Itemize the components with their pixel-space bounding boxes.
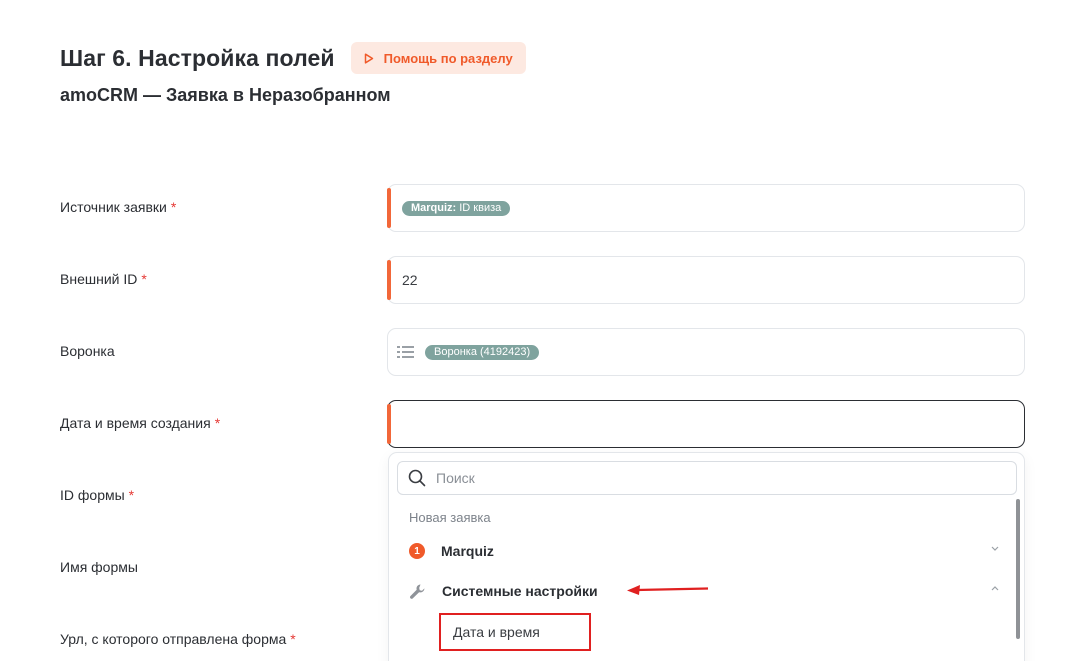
- external-id-field[interactable]: 22: [387, 256, 1025, 304]
- chevron-up-icon[interactable]: [991, 586, 999, 591]
- option-marquiz[interactable]: 1 Marquiz: [409, 537, 999, 565]
- required-mark: *: [141, 271, 147, 287]
- number-badge: 1: [409, 543, 425, 559]
- required-mark: *: [290, 631, 296, 647]
- page-header: Шаг 6. Настройка полей Помощь по разделу…: [60, 42, 526, 106]
- field-label-external-id: Внешний ID *: [60, 271, 147, 287]
- pipeline-field[interactable]: Воронка (4192423): [387, 328, 1025, 376]
- chip-text: ID квиза: [459, 202, 502, 214]
- help-button-label: Помощь по разделу: [383, 50, 513, 66]
- chevron-down-icon[interactable]: [991, 546, 999, 551]
- source-chip[interactable]: Marquiz: ID квиза: [402, 200, 511, 216]
- dropdown-scrollbar[interactable]: [1016, 499, 1020, 639]
- page-title: Шаг 6. Настройка полей: [60, 44, 335, 71]
- field-label-text: Дата и время создания: [60, 415, 211, 431]
- field-label-text: Имя формы: [60, 559, 138, 575]
- option-label: Marquiz: [441, 543, 494, 559]
- group-title: Новая заявка: [409, 510, 491, 525]
- field-label-text: Воронка: [60, 343, 115, 359]
- field-label-text: Внешний ID: [60, 271, 138, 287]
- created-at-field[interactable]: [387, 400, 1025, 448]
- field-label-form-url: Урл, с которого отправлена форма *: [60, 631, 296, 647]
- field-label-form-id: ID формы *: [60, 487, 134, 503]
- field-label-source: Источник заявки *: [60, 199, 176, 215]
- search-box[interactable]: [397, 461, 1017, 495]
- required-mark: *: [128, 487, 135, 503]
- option-label: Системные настройки: [442, 583, 598, 599]
- help-button[interactable]: Помощь по разделу: [350, 42, 526, 74]
- field-label-created-at: Дата и время создания *: [60, 415, 220, 431]
- external-id-value: 22: [402, 272, 418, 288]
- sub-item-date-time[interactable]: Дата и время: [439, 613, 591, 651]
- title-row: Шаг 6. Настройка полей Помощь по разделу: [60, 42, 526, 74]
- play-icon: [364, 52, 373, 64]
- search-input[interactable]: [436, 470, 996, 486]
- field-label-text: ID формы: [60, 487, 125, 503]
- wrench-icon: [410, 583, 425, 599]
- field-label-text: Источник заявки: [60, 199, 167, 215]
- annotation-arrow-icon: [627, 585, 709, 595]
- pipeline-chip[interactable]: Воронка (4192423): [425, 344, 540, 360]
- search-icon: [408, 469, 426, 487]
- field-label-form-name: Имя формы: [60, 559, 138, 575]
- page-subtitle: amoCRM — Заявка в Неразобранном: [60, 85, 391, 105]
- list-icon: [397, 346, 414, 358]
- required-mark: *: [214, 415, 221, 431]
- field-label-text: Урл, с которого отправлена форма: [60, 631, 287, 647]
- required-mark: *: [170, 199, 177, 215]
- chip-prefix: Marquiz:: [411, 202, 457, 214]
- field-dropdown: Новая заявка 1 Marquiz Системные настрой…: [388, 452, 1025, 661]
- source-field[interactable]: Marquiz: ID квиза: [387, 184, 1025, 232]
- field-label-pipeline: Воронка: [60, 343, 115, 359]
